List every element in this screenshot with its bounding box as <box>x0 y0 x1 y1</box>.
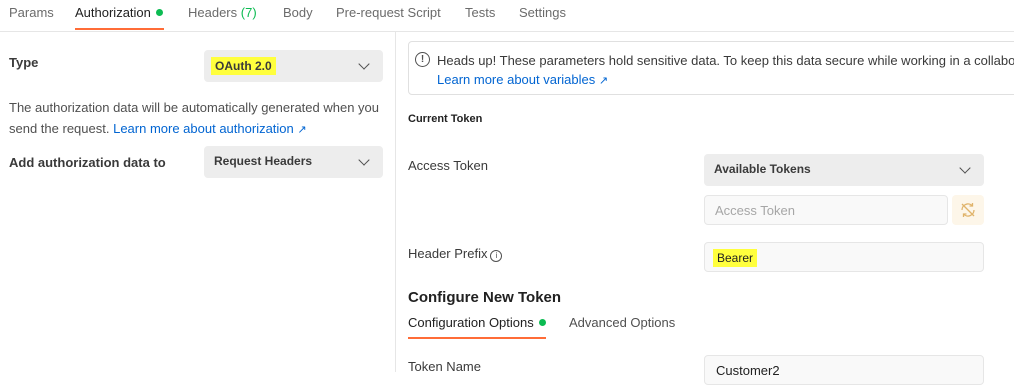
active-tab-indicator <box>75 28 164 30</box>
tab-body[interactable]: Body <box>283 5 313 20</box>
info-icon: i <box>490 250 503 262</box>
auth-type-select[interactable]: OAuth 2.0 <box>204 50 383 82</box>
token-name-input[interactable]: Customer2 <box>704 355 984 385</box>
add-auth-data-label: Add authorization data to <box>9 155 166 170</box>
info-icon: ! <box>415 52 430 67</box>
tab-advanced-options[interactable]: Advanced Options <box>569 315 675 330</box>
tab-authorization[interactable]: Authorization <box>75 5 163 20</box>
add-auth-data-value: Request Headers <box>214 154 313 168</box>
tab-headers-label: Headers <box>188 5 238 20</box>
available-tokens-value: Available Tokens <box>714 162 811 176</box>
learn-more-variables-link[interactable]: Learn more about variables ↗ <box>437 72 608 87</box>
sensitive-data-notice: ! Heads up! These parameters hold sensit… <box>408 41 1014 95</box>
access-token-input[interactable]: Access Token <box>704 195 948 225</box>
chevron-down-icon <box>959 162 971 174</box>
tab-headers[interactable]: Headers (7) <box>188 5 257 20</box>
tab-params[interactable]: Params <box>9 5 54 20</box>
tab-configuration-options[interactable]: Configuration Options <box>408 315 546 330</box>
header-prefix-label-text: Header Prefix <box>408 246 488 261</box>
headers-count: (7) <box>240 5 257 20</box>
tab-authorization-label: Authorization <box>75 5 151 20</box>
add-auth-data-select[interactable]: Request Headers <box>204 146 383 178</box>
request-tabs: Params Authorization Headers (7) Body Pr… <box>0 0 1014 32</box>
access-token-placeholder: Access Token <box>715 203 795 218</box>
access-token-label: Access Token <box>408 158 488 173</box>
external-link-icon: ↗ <box>598 75 609 87</box>
type-label: Type <box>9 55 39 70</box>
header-prefix-input[interactable]: Bearer <box>704 242 984 272</box>
tab-configuration-options-label: Configuration Options <box>408 315 534 330</box>
available-tokens-select[interactable]: Available Tokens <box>704 154 984 186</box>
external-link-icon: ↗ <box>297 124 307 136</box>
sync-off-icon <box>961 203 975 217</box>
learn-more-authorization-link[interactable]: Learn more about authorization ↗ <box>113 121 307 136</box>
notice-text: Heads up! These parameters hold sensitiv… <box>437 53 1014 68</box>
active-subtab-indicator <box>408 337 546 339</box>
header-prefix-value: Bearer <box>713 249 758 267</box>
active-dot-icon <box>155 9 163 16</box>
tab-pre-request-script[interactable]: Pre-request Script <box>336 5 441 20</box>
header-prefix-label: Header Prefix i <box>408 246 503 262</box>
configure-new-token-title: Configure New Token <box>408 289 562 306</box>
tab-settings[interactable]: Settings <box>519 5 566 20</box>
chevron-down-icon <box>358 154 370 166</box>
chevron-down-icon <box>358 58 370 70</box>
auth-description: The authorization data will be automatic… <box>9 97 384 141</box>
active-dot-icon <box>538 319 546 326</box>
sync-token-button[interactable] <box>952 195 984 225</box>
auth-type-value: OAuth 2.0 <box>211 57 276 75</box>
learn-more-variables-label: Learn more about variables <box>437 72 596 87</box>
token-name-value: Customer2 <box>716 363 780 378</box>
learn-more-authorization-label: Learn more about authorization <box>113 121 294 136</box>
tab-tests[interactable]: Tests <box>465 5 495 20</box>
panel-divider <box>395 32 396 372</box>
current-token-title: Current Token <box>408 113 483 125</box>
